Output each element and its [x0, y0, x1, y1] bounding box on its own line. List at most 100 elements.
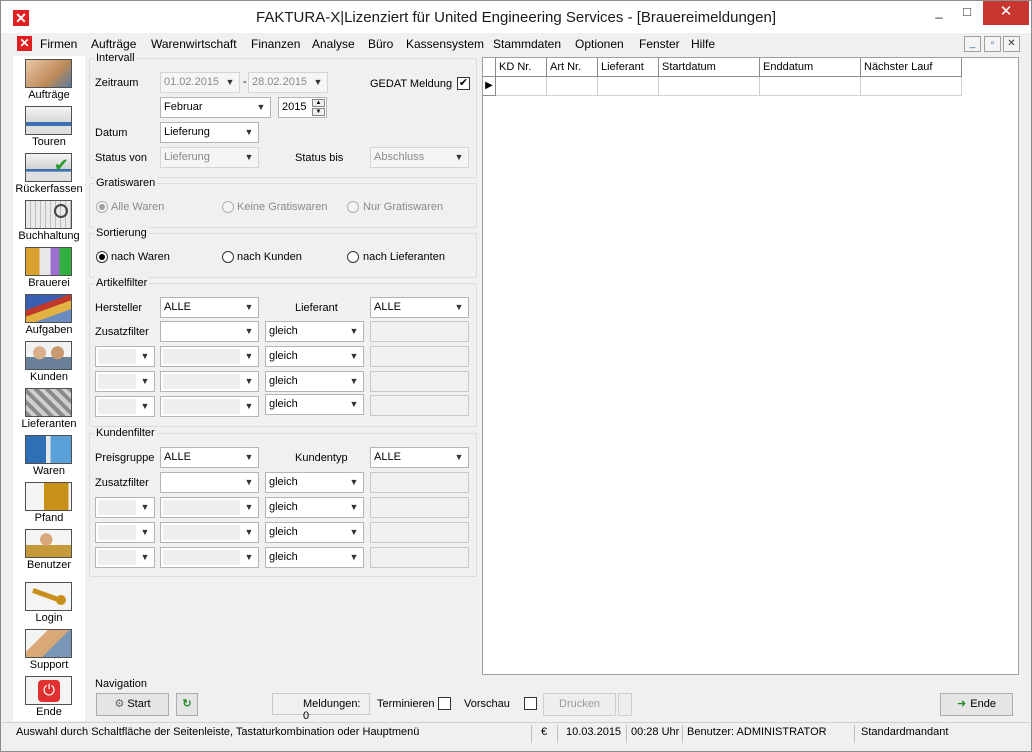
- drucken-button[interactable]: Drucken: [543, 693, 616, 716]
- hersteller-select[interactable]: ALLE ▼: [160, 297, 259, 318]
- sidebar-item-auftraege[interactable]: Aufträge: [13, 56, 85, 103]
- kunden-logic-select-2[interactable]: ▼: [95, 497, 155, 518]
- mdi-minimize-button[interactable]: _: [964, 36, 981, 52]
- radio-keine-gratiswaren[interactable]: [222, 201, 234, 213]
- sidebar-item-rueckerfassen[interactable]: ✔ Rückerfassen: [13, 150, 85, 197]
- kunden-logic-select-4[interactable]: ▼: [95, 547, 155, 568]
- artikel-logic-select-3[interactable]: ▼: [95, 371, 155, 392]
- menu-buero[interactable]: Büro: [368, 37, 393, 51]
- radio-nach-kunden[interactable]: [222, 251, 234, 263]
- artikel-operator-select-2[interactable]: gleich ▼: [265, 346, 364, 367]
- sidebar-item-ende[interactable]: ⏻ Ende: [13, 673, 85, 720]
- sidebar-item-benutzer[interactable]: Benutzer: [13, 526, 85, 573]
- kunden-zusatzfilter-field-4[interactable]: ▼: [160, 547, 259, 568]
- drucken-options-button[interactable]: [618, 693, 632, 716]
- artikel-zusatzfilter-field-3[interactable]: ▼: [160, 371, 259, 392]
- menu-analyse[interactable]: Analyse: [312, 37, 355, 51]
- artikel-zusatzfilter-value-4[interactable]: [370, 395, 469, 416]
- preisgruppe-select[interactable]: ALLE ▼: [160, 447, 259, 468]
- kunden-zusatzfilter-value-4[interactable]: [370, 547, 469, 568]
- table-cell[interactable]: [547, 77, 598, 96]
- ende-button[interactable]: ➜ Ende: [940, 693, 1013, 716]
- year-spinner[interactable]: 2015 ▲ ▼: [278, 97, 327, 118]
- radio-nach-waren[interactable]: [96, 251, 108, 263]
- kunden-zusatzfilter-value-2[interactable]: [370, 497, 469, 518]
- status-bis-select[interactable]: Abschluss ▼: [370, 147, 469, 168]
- spin-down-icon[interactable]: ▼: [312, 108, 325, 116]
- sidebar-item-brauerei[interactable]: Brauerei: [13, 244, 85, 291]
- sidebar-item-touren[interactable]: Touren: [13, 103, 85, 150]
- table-cell[interactable]: [496, 77, 547, 96]
- column-header-enddatum[interactable]: Enddatum: [760, 58, 861, 77]
- menu-stammdaten[interactable]: Stammdaten: [493, 37, 561, 51]
- sidebar-item-waren[interactable]: Waren: [13, 432, 85, 479]
- row-indicator-icon[interactable]: ▶: [483, 77, 496, 96]
- column-header-kd-nr[interactable]: KD Nr.: [496, 58, 547, 77]
- kundentyp-select[interactable]: ALLE ▼: [370, 447, 469, 468]
- datum-select[interactable]: Lieferung ▼: [160, 122, 259, 143]
- artikel-zusatzfilter-value-3[interactable]: [370, 371, 469, 392]
- status-von-select[interactable]: Lieferung ▼: [160, 147, 259, 168]
- artikel-zusatzfilter-field-1[interactable]: ▼: [160, 321, 259, 342]
- to-date-picker[interactable]: 28.02.2015 ▼: [248, 72, 328, 93]
- menu-auftraege[interactable]: Aufträge: [91, 37, 136, 51]
- kunden-operator-select-1[interactable]: gleich ▼: [265, 472, 364, 493]
- menu-fenster[interactable]: Fenster: [639, 37, 680, 51]
- artikel-zusatzfilter-value-2[interactable]: [370, 346, 469, 367]
- menu-warenwirtschaft[interactable]: Warenwirtschaft: [151, 37, 237, 51]
- kunden-operator-select-2[interactable]: gleich ▼: [265, 497, 364, 518]
- sidebar-item-lieferanten[interactable]: Lieferanten: [13, 385, 85, 432]
- table-cell[interactable]: [861, 77, 962, 96]
- radio-nach-lieferanten[interactable]: [347, 251, 359, 263]
- radio-nur-gratiswaren[interactable]: [347, 201, 359, 213]
- kunden-zusatzfilter-value-3[interactable]: [370, 522, 469, 543]
- artikel-zusatzfilter-field-4[interactable]: ▼: [160, 396, 259, 417]
- lieferant-select[interactable]: ALLE ▼: [370, 297, 469, 318]
- kunden-operator-select-4[interactable]: gleich ▼: [265, 547, 364, 568]
- kunden-operator-select-3[interactable]: gleich ▼: [265, 522, 364, 543]
- kunden-zusatzfilter-field-2[interactable]: ▼: [160, 497, 259, 518]
- menu-hilfe[interactable]: Hilfe: [691, 37, 715, 51]
- mdi-system-icon[interactable]: ✕: [17, 36, 32, 51]
- start-button[interactable]: ⚙ Start: [96, 693, 169, 716]
- menu-kassensystem[interactable]: Kassensystem: [406, 37, 484, 51]
- artikel-logic-select-4[interactable]: ▼: [95, 396, 155, 417]
- month-select[interactable]: Februar ▼: [160, 97, 271, 118]
- mdi-close-button[interactable]: ✕: [1003, 36, 1020, 52]
- menu-firmen[interactable]: Firmen: [40, 37, 77, 51]
- sidebar-item-support[interactable]: Support: [13, 626, 85, 673]
- sidebar-item-aufgaben[interactable]: Aufgaben: [13, 291, 85, 338]
- sidebar-item-pfand[interactable]: Pfand: [13, 479, 85, 526]
- sidebar-item-buchhaltung[interactable]: Buchhaltung: [13, 197, 85, 244]
- artikel-operator-select-1[interactable]: gleich ▼: [265, 321, 364, 342]
- column-header-art-nr[interactable]: Art Nr.: [547, 58, 598, 77]
- table-cell[interactable]: [760, 77, 861, 96]
- artikel-logic-select-2[interactable]: ▼: [95, 346, 155, 367]
- radio-alle-waren[interactable]: [96, 201, 108, 213]
- artikel-zusatzfilter-value-1[interactable]: [370, 321, 469, 342]
- column-header-lieferant[interactable]: Lieferant: [598, 58, 659, 77]
- table-cell[interactable]: [659, 77, 760, 96]
- brauereimeldungen-grid[interactable]: KD Nr. Art Nr. Lieferant Startdatum Endd…: [482, 57, 1019, 675]
- artikel-operator-select-4[interactable]: gleich ▼: [265, 394, 364, 415]
- table-cell[interactable]: [598, 77, 659, 96]
- menu-finanzen[interactable]: Finanzen: [251, 37, 300, 51]
- gedat-checkbox[interactable]: ✔: [457, 77, 470, 90]
- menu-optionen[interactable]: Optionen: [575, 37, 624, 51]
- column-header-startdatum[interactable]: Startdatum: [659, 58, 760, 77]
- artikel-zusatzfilter-field-2[interactable]: ▼: [160, 346, 259, 367]
- column-header-naechster-lauf[interactable]: Nächster Lauf: [861, 58, 962, 77]
- sidebar-item-kunden[interactable]: Kunden: [13, 338, 85, 385]
- kunden-logic-select-3[interactable]: ▼: [95, 522, 155, 543]
- vorschau-checkbox[interactable]: [524, 697, 537, 710]
- mdi-restore-button[interactable]: ▫: [984, 36, 1001, 52]
- kunden-zusatzfilter-field-3[interactable]: ▼: [160, 522, 259, 543]
- maximize-button[interactable]: □: [954, 1, 980, 25]
- sidebar-item-login[interactable]: Login: [13, 579, 85, 626]
- close-button[interactable]: ✕: [983, 1, 1029, 25]
- terminieren-checkbox[interactable]: [438, 697, 451, 710]
- artikel-operator-select-3[interactable]: gleich ▼: [265, 371, 364, 392]
- kunden-zusatzfilter-value-1[interactable]: [370, 472, 469, 493]
- from-date-picker[interactable]: 01.02.2015 ▼: [160, 72, 240, 93]
- spin-up-icon[interactable]: ▲: [312, 99, 325, 107]
